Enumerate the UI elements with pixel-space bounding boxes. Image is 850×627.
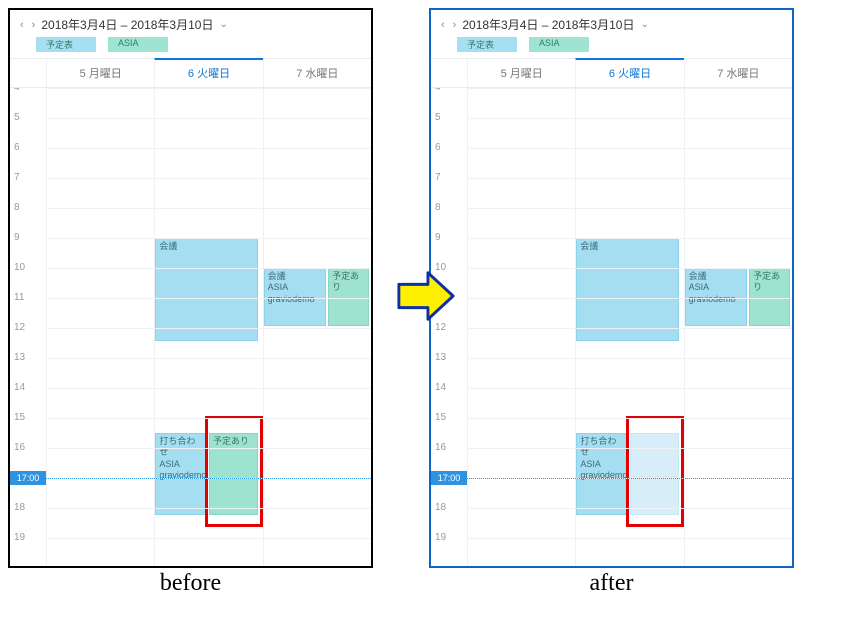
hour-label: 8 xyxy=(435,202,441,213)
nav-prev-icon[interactable]: ‹ xyxy=(18,19,26,31)
nav-prev-icon[interactable]: ‹ xyxy=(439,19,447,31)
event-meeting[interactable]: 会議ASIAgraviodemo xyxy=(685,268,747,326)
day-column-mon[interactable] xyxy=(467,88,575,566)
hour-label: 4 xyxy=(435,88,441,93)
date-range[interactable]: 2018年3月4日 – 2018年3月10日 xyxy=(41,16,213,33)
date-dropdown-icon[interactable]: ⌄ xyxy=(219,19,227,30)
date-nav: ‹ › 2018年3月4日 – 2018年3月10日 ⌄ xyxy=(10,10,371,37)
date-nav: ‹ › 2018年3月4日 – 2018年3月10日 ⌄ xyxy=(431,10,792,37)
event-meeting[interactable]: 打ち合わせASIAgraviodemo xyxy=(155,433,207,515)
hour-label: 15 xyxy=(14,412,25,423)
hour-label: 16 xyxy=(435,442,446,453)
day-column-tue[interactable]: 会議打ち合わせASIAgraviodemo xyxy=(575,88,683,566)
calendar-panel-before: ‹ › 2018年3月4日 – 2018年3月10日 ⌄ 予定表 ASIA 5 … xyxy=(8,8,373,568)
event-busy[interactable]: 予定あり xyxy=(328,268,369,326)
calendar-grid[interactable]: 45678910111213141516171819 会議打ち合わせASIAgr… xyxy=(10,88,371,566)
day-header-tue[interactable]: 6 火曜日 xyxy=(575,58,683,87)
day-column-mon[interactable] xyxy=(46,88,154,566)
legend-schedule[interactable]: 予定表 xyxy=(457,37,517,52)
hour-label: 5 xyxy=(435,112,441,123)
day-column-wed[interactable]: 7 水曜日 xyxy=(684,59,792,87)
calendar-legend: 予定表 ASIA xyxy=(10,37,371,58)
legend-schedule[interactable]: 予定表 xyxy=(36,37,96,52)
event-meeting[interactable]: 会議ASIAgraviodemo xyxy=(264,268,326,326)
calendar-grid[interactable]: 45678910111213141516171819 会議打ち合わせASIAgr… xyxy=(431,88,792,566)
hour-label: 13 xyxy=(14,352,25,363)
hour-label: 9 xyxy=(435,232,441,243)
day-header-tue[interactable]: 6 火曜日 xyxy=(154,58,262,87)
hour-label: 4 xyxy=(14,88,20,93)
hour-label: 12 xyxy=(14,322,25,333)
hour-label: 7 xyxy=(14,172,20,183)
nav-next-icon[interactable]: › xyxy=(451,19,459,31)
hour-label: 10 xyxy=(14,262,25,273)
hour-label: 12 xyxy=(435,322,446,333)
hour-label: 9 xyxy=(14,232,20,243)
day-header-row: 5 月曜日 6 火曜日 7 水曜日 xyxy=(431,58,792,88)
hour-label: 11 xyxy=(14,292,24,303)
hour-label: 11 xyxy=(435,292,445,303)
hour-label: 5 xyxy=(14,112,20,123)
event-meeting[interactable]: 会議 xyxy=(155,238,258,341)
event-meeting[interactable]: 会議 xyxy=(576,238,679,341)
hour-label: 19 xyxy=(435,532,446,543)
nav-next-icon[interactable]: › xyxy=(30,19,38,31)
day-column-wed[interactable]: 会議ASIAgraviodemo予定あり xyxy=(263,88,371,566)
hour-label: 18 xyxy=(14,502,25,513)
hour-label: 19 xyxy=(14,532,25,543)
hour-label: 18 xyxy=(435,502,446,513)
event-busy[interactable]: 予定あり xyxy=(209,433,258,515)
hour-label: 7 xyxy=(435,172,441,183)
hour-label: 10 xyxy=(435,262,446,273)
day-column-wed[interactable]: 会議ASIAgraviodemo予定あり xyxy=(684,88,792,566)
hour-label: 16 xyxy=(14,442,25,453)
legend-asia[interactable]: ASIA xyxy=(529,37,589,52)
day-header-mon[interactable]: 5 月曜日 xyxy=(46,59,154,87)
calendar-legend: 予定表 ASIA xyxy=(431,37,792,58)
hour-label: 14 xyxy=(14,382,25,393)
label-after: after xyxy=(429,570,794,597)
hour-label: 14 xyxy=(435,382,446,393)
label-before: before xyxy=(8,570,373,597)
date-range[interactable]: 2018年3月4日 – 2018年3月10日 xyxy=(462,16,634,33)
now-indicator: 17:00 xyxy=(431,471,467,485)
legend-asia[interactable]: ASIA xyxy=(108,37,168,52)
event-busy[interactable]: 予定あり xyxy=(749,268,790,326)
day-header-wed[interactable]: 7 水曜日 xyxy=(263,59,371,87)
hour-label: 8 xyxy=(14,202,20,213)
event-empty[interactable] xyxy=(630,433,679,515)
hour-label: 6 xyxy=(435,142,441,153)
day-header-mon[interactable]: 5 月曜日 xyxy=(467,59,575,87)
hour-label: 6 xyxy=(14,142,20,153)
event-meeting[interactable]: 打ち合わせASIAgraviodemo xyxy=(576,433,628,515)
hour-label: 15 xyxy=(435,412,446,423)
day-column-tue[interactable]: 会議打ち合わせASIAgraviodemo予定あり xyxy=(154,88,262,566)
now-indicator: 17:00 xyxy=(10,471,46,485)
day-header-row: 5 月曜日 6 火曜日 7 水曜日 xyxy=(10,58,371,88)
calendar-panel-after: ‹ › 2018年3月4日 – 2018年3月10日 ⌄ 予定表 ASIA 5 … xyxy=(429,8,794,568)
hour-label: 13 xyxy=(435,352,446,363)
date-dropdown-icon[interactable]: ⌄ xyxy=(640,19,648,30)
